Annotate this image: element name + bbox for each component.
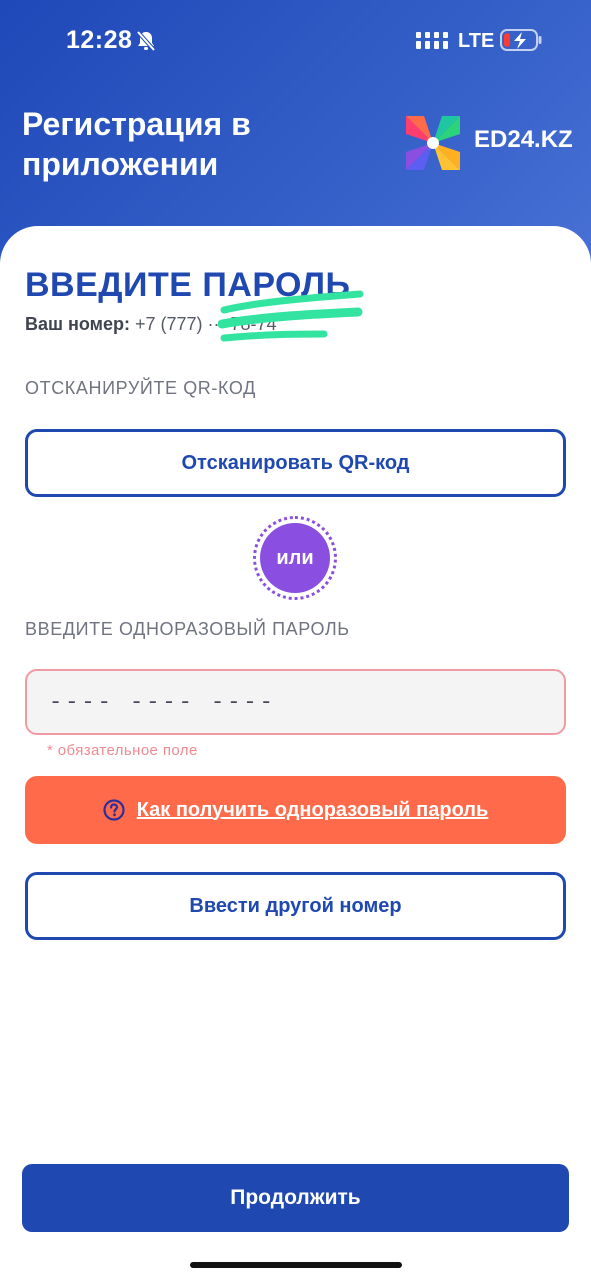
qr-section-label: ОТСКАНИРУЙТЕ QR-КОД [25,378,256,398]
phone-label: Ваш номер: [25,314,130,334]
or-divider: или [253,516,337,600]
home-indicator [190,1262,402,1268]
status-bar: 12:28 LTE [0,0,591,80]
pinwheel-logo-icon [406,116,460,170]
otp-input[interactable] [25,669,566,735]
logo-text: ED24.KZ [474,126,573,153]
or-label: или [260,523,330,593]
otp-help-link[interactable]: Как получить одноразовый пароль [137,799,489,822]
continue-button-label: Продолжить [230,1186,361,1209]
required-field-note: * обязательное поле [47,742,198,759]
question-circle-icon [103,799,125,821]
redaction-scribble [218,290,364,342]
enter-other-number-button[interactable]: Ввести другой номер [25,872,566,940]
status-time: 12:28 [66,26,133,54]
enter-other-number-label: Ввести другой номер [189,894,402,917]
continue-button[interactable]: Продолжить [22,1164,569,1232]
app-title: Регистрация в приложении [22,106,251,182]
battery-charging-icon [500,29,542,51]
scan-qr-button[interactable]: Отсканировать QR-код [25,429,566,497]
scan-qr-button-label: Отсканировать QR-код [181,451,410,474]
signal-bars-icon [416,32,448,49]
otp-help-button[interactable]: Как получить одноразовый пароль [25,776,566,844]
network-type: LTE [458,30,495,52]
bell-slash-icon [136,30,156,52]
otp-section-label: ВВЕДИТЕ ОДНОРАЗОВЫЙ ПАРОЛЬ [25,619,350,639]
